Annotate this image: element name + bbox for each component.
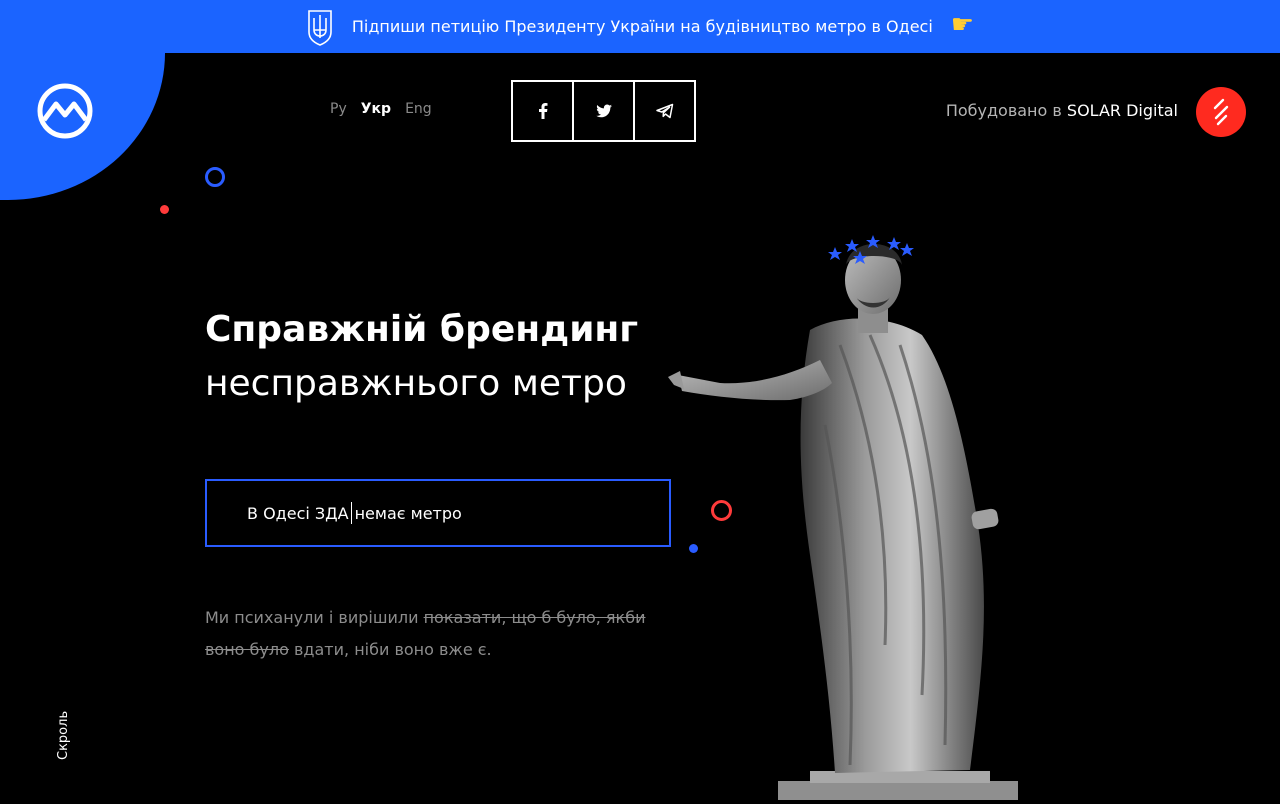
statue-illustration xyxy=(660,225,1040,800)
built-by-prefix: Побудовано в xyxy=(945,101,1062,120)
hero-title-line2: несправжнього метро xyxy=(205,363,627,404)
built-by-brand[interactable]: SOLAR Digital xyxy=(1067,101,1178,120)
built-by[interactable]: Побудовано в SOLAR Digital xyxy=(946,101,1178,120)
decor-blue-ring xyxy=(205,167,225,187)
lang-ru[interactable]: Ру xyxy=(330,101,347,117)
hero-description: Ми психанули і вирішили показати, що б б… xyxy=(205,602,665,666)
trident-icon xyxy=(306,8,334,46)
language-switcher: Ру Укр Eng xyxy=(330,101,432,117)
social-share xyxy=(511,80,696,142)
hero-title: Справжній брендинг несправжнього метро xyxy=(205,303,638,411)
petition-text[interactable]: Підпиши петицію Президенту України на бу… xyxy=(352,17,933,36)
petition-banner[interactable]: Підпиши петицію Президенту України на бу… xyxy=(0,0,1280,53)
hero-title-line1: Справжній брендинг xyxy=(205,309,639,350)
decor-red-dot xyxy=(160,205,169,214)
pointing-hand-icon: ☛ xyxy=(950,9,975,40)
solar-digital-logo-icon[interactable] xyxy=(1196,87,1246,137)
description-part2: вдати, ніби воно вже є. xyxy=(294,640,492,659)
claim-typing-box: В Одесі ЗДА немає метро xyxy=(205,479,671,547)
telegram-icon xyxy=(655,103,673,119)
lang-en[interactable]: Eng xyxy=(405,101,432,117)
claim-text-before: В Одесі ЗДА xyxy=(247,503,349,523)
lang-uk[interactable]: Укр xyxy=(361,101,391,117)
metro-logo-icon[interactable] xyxy=(36,82,94,140)
description-part1: Ми психанули і вирішили xyxy=(205,608,419,627)
claim-text-after: немає метро xyxy=(354,503,462,523)
text-caret xyxy=(350,502,352,524)
facebook-icon xyxy=(538,103,547,119)
scroll-label[interactable]: Скроль xyxy=(56,711,71,760)
twitter-icon xyxy=(595,104,612,118)
twitter-share-button[interactable] xyxy=(574,82,635,140)
telegram-share-button[interactable] xyxy=(635,82,694,140)
facebook-share-button[interactable] xyxy=(513,82,574,140)
